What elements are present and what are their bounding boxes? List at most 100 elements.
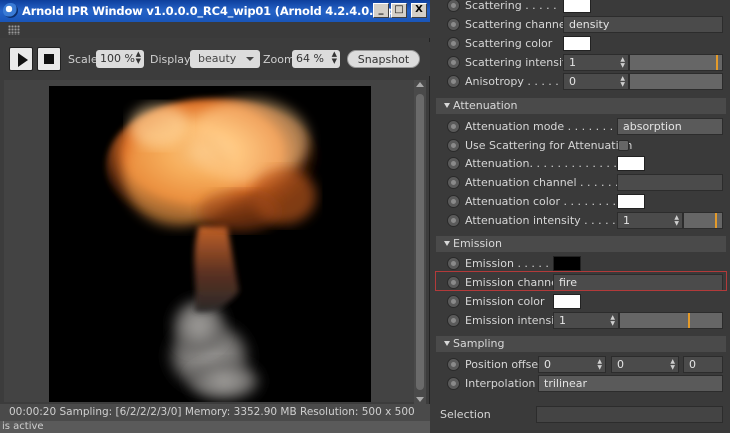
close-button[interactable]: X <box>411 3 427 18</box>
animate-radio-icon[interactable] <box>447 120 460 133</box>
sampling-section-header[interactable]: Sampling <box>436 336 726 352</box>
display-value: beauty <box>198 52 237 65</box>
collapse-triangle-icon <box>444 103 450 108</box>
spin-icon[interactable]: ▲ ▼ <box>620 76 625 88</box>
attenuation-mode-dropdown[interactable]: absorption <box>617 118 723 135</box>
spin-icon[interactable]: ▲ ▼ <box>610 315 615 327</box>
emission-label: Emission . . . . . . <box>465 257 556 270</box>
animate-radio-icon[interactable] <box>447 195 460 208</box>
scroll-up-icon[interactable] <box>416 82 424 87</box>
animate-radio-icon[interactable] <box>447 257 460 270</box>
attenuation-intensity-field[interactable]: 1 ▲ ▼ <box>617 212 683 229</box>
use-scattering-row: Use Scattering for Attenuation <box>432 136 730 155</box>
zoom-field[interactable]: 64 % ▲ ▼ <box>292 50 340 68</box>
anisotropy-value: 0 <box>569 75 576 88</box>
snapshot-button[interactable]: Snapshot <box>347 50 420 68</box>
collapse-triangle-icon <box>444 341 450 346</box>
position-offset-x-field[interactable]: 0 ▲ ▼ <box>538 356 606 373</box>
stop-button[interactable] <box>37 47 61 71</box>
use-scattering-checkbox[interactable] <box>618 140 629 151</box>
position-offset-y-value: 0 <box>617 358 624 371</box>
animate-radio-icon[interactable] <box>447 214 460 227</box>
sampling-header-label: Sampling <box>453 337 505 350</box>
emission-channel-input[interactable]: fire <box>553 274 723 291</box>
animate-radio-icon[interactable] <box>447 176 460 189</box>
render-image[interactable] <box>49 86 371 402</box>
animate-radio-icon[interactable] <box>447 377 460 390</box>
maximize-button[interactable]: □ <box>391 3 407 18</box>
spin-icon[interactable]: ▲ ▼ <box>597 359 602 371</box>
anisotropy-field[interactable]: 0 ▲ ▼ <box>563 73 629 90</box>
anisotropy-row: Anisotropy . . . . . . 0 ▲ ▼ <box>432 72 730 91</box>
spin-icon[interactable]: ▲ ▼ <box>670 359 675 371</box>
slider-handle[interactable] <box>715 213 717 228</box>
emission-color-row: Emission color <box>432 292 730 311</box>
selection-field[interactable] <box>536 406 723 423</box>
emission-intensity-slider[interactable] <box>619 312 723 329</box>
position-offset-row: Position offset 0 ▲ ▼ 0 ▲ ▼ 0 <box>432 355 730 374</box>
animate-radio-icon[interactable] <box>447 37 460 50</box>
scroll-down-icon[interactable] <box>416 397 424 402</box>
zoom-spin-icon[interactable]: ▲ ▼ <box>332 51 337 65</box>
drag-grip-icon[interactable] <box>8 25 20 35</box>
scattering-intensity-row: Scattering intensity 1 ▲ ▼ <box>432 53 730 72</box>
position-offset-z-value: 0 <box>689 358 696 371</box>
emission-swatch[interactable] <box>553 256 581 271</box>
animate-radio-icon[interactable] <box>447 56 460 69</box>
attenuation-mode-row: Attenuation mode . . . . . . . . . . abs… <box>432 117 730 136</box>
scattering-color-row: Scattering color <box>432 34 730 53</box>
attenuation-section-header[interactable]: Attenuation <box>436 98 726 114</box>
animate-radio-icon[interactable] <box>447 139 460 152</box>
play-button[interactable] <box>9 47 33 71</box>
spin-icon[interactable]: ▲ ▼ <box>620 57 625 69</box>
animate-radio-icon[interactable] <box>447 314 460 327</box>
emission-section-header[interactable]: Emission <box>436 236 726 252</box>
scattering-row: Scattering . . . . . <box>432 0 730 15</box>
attenuation-color-swatch[interactable] <box>617 194 645 209</box>
attenuation-channel-input[interactable] <box>617 174 723 191</box>
scattering-intensity-field[interactable]: 1 ▲ ▼ <box>563 54 629 71</box>
scrollbar-thumb[interactable] <box>416 94 424 390</box>
window-titlebar[interactable]: Arnold IPR Window v1.0.0.0_RC4_wip01 (Ar… <box>0 0 430 22</box>
chevron-down-icon <box>246 57 254 61</box>
scattering-intensity-slider[interactable] <box>629 54 723 71</box>
scattering-color-label: Scattering color <box>465 37 553 50</box>
scale-field[interactable]: 100 % ▲ ▼ <box>96 50 144 68</box>
minimize-button[interactable]: _ <box>373 3 389 18</box>
attenuation-channel-row: Attenuation channel . . . . . . . . <box>432 173 730 192</box>
scattering-channel-row: Scattering channel density <box>432 15 730 34</box>
scattering-intensity-label: Scattering intensity <box>465 56 573 69</box>
position-offset-y-field[interactable]: 0 ▲ ▼ <box>611 356 679 373</box>
scattering-channel-input[interactable]: density <box>563 16 723 33</box>
animate-radio-icon[interactable] <box>447 276 460 289</box>
window-title: Arnold IPR Window v1.0.0.0_RC4_wip01 (Ar… <box>22 4 401 18</box>
animate-radio-icon[interactable] <box>447 358 460 371</box>
emission-intensity-field[interactable]: 1 ▲ ▼ <box>553 312 619 329</box>
attenuation-header-label: Attenuation <box>453 99 518 112</box>
position-offset-label: Position offset <box>465 358 543 371</box>
animate-radio-icon[interactable] <box>447 295 460 308</box>
scattering-channel-label: Scattering channel <box>465 18 569 31</box>
animate-radio-icon[interactable] <box>447 75 460 88</box>
attenuation-channel-label: Attenuation channel . . . . . . . . <box>465 176 633 189</box>
scattering-color-swatch[interactable] <box>563 36 591 51</box>
scattering-intensity-value: 1 <box>569 56 576 69</box>
animate-radio-icon[interactable] <box>447 0 460 12</box>
interpolation-dropdown[interactable]: trilinear <box>538 375 723 392</box>
emission-color-swatch[interactable] <box>553 294 581 309</box>
animate-radio-icon[interactable] <box>447 18 460 31</box>
display-dropdown[interactable]: beauty <box>190 50 260 68</box>
position-offset-z-field[interactable]: 0 <box>683 356 723 373</box>
viewport-scrollbar[interactable] <box>414 80 426 404</box>
slider-handle[interactable] <box>716 55 718 70</box>
anisotropy-slider[interactable] <box>629 73 723 90</box>
spin-icon[interactable]: ▲ ▼ <box>674 215 679 227</box>
render-viewport[interactable] <box>4 80 414 402</box>
animate-radio-icon[interactable] <box>447 157 460 170</box>
scale-spin-icon[interactable]: ▲ ▼ <box>136 51 141 65</box>
scattering-swatch[interactable] <box>563 0 591 13</box>
position-offset-x-value: 0 <box>544 358 551 371</box>
attenuation-swatch[interactable] <box>617 156 645 171</box>
slider-handle[interactable] <box>688 313 690 328</box>
attenuation-intensity-slider[interactable] <box>683 212 723 229</box>
